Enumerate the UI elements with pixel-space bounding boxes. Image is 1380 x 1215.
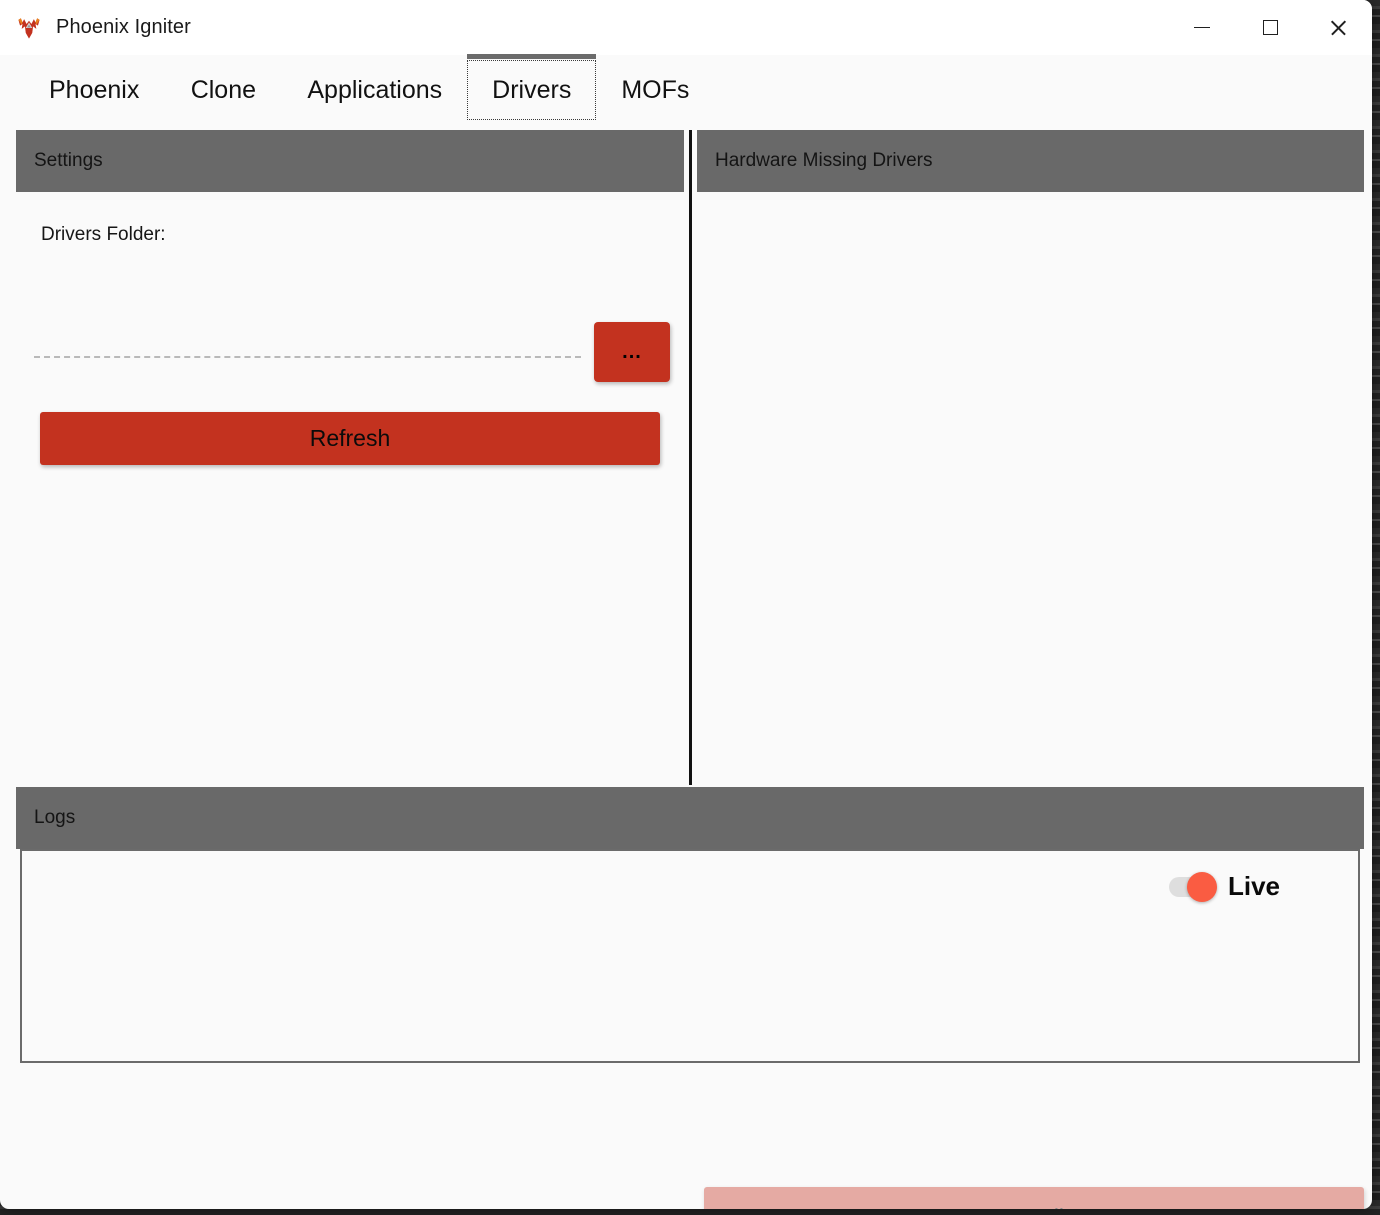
tab-mofs[interactable]: MOFs [596, 60, 714, 120]
title-bar: Phoenix Igniter [0, 0, 1372, 55]
tab-clone[interactable]: Clone [164, 60, 282, 120]
logs-header-label: Logs [34, 807, 76, 828]
logs-panel: Logs Live [16, 787, 1364, 1063]
drivers-folder-label: Drivers Folder: [41, 224, 166, 245]
live-toggle-knob [1186, 871, 1217, 902]
settings-panel: Settings Drivers Folder: ... Refresh [16, 130, 684, 785]
live-toggle[interactable] [1168, 871, 1217, 902]
tab-label: Applications [307, 75, 443, 104]
tab-label: MOFs [621, 75, 690, 104]
minimize-button[interactable] [1168, 0, 1236, 55]
minimize-icon [1194, 26, 1210, 29]
tab-bar: Phoenix Clone Applications Drivers MOFs [0, 54, 1372, 130]
settings-panel-header: Settings [16, 130, 684, 192]
logs-panel-header: Logs [16, 787, 1364, 849]
install-button[interactable]: Install [704, 1187, 1364, 1209]
close-icon [1329, 19, 1347, 37]
phoenix-logo-icon [18, 17, 40, 39]
window-controls [1168, 0, 1372, 55]
hardware-panel-header: Hardware Missing Drivers [697, 130, 1364, 192]
hardware-missing-drivers-panel: Hardware Missing Drivers [697, 130, 1364, 785]
tab-label: Phoenix [49, 75, 140, 104]
window-title: Phoenix Igniter [56, 16, 191, 38]
logs-output[interactable]: Live [20, 849, 1360, 1063]
live-toggle-label: Live [1227, 871, 1280, 901]
tab-drivers[interactable]: Drivers [467, 54, 597, 120]
tab-applications[interactable]: Applications [282, 60, 467, 120]
app-window: Phoenix Igniter Phoenix Clone Applicatio… [0, 0, 1372, 1209]
panel-divider [689, 130, 692, 785]
hardware-missing-drivers-list[interactable] [697, 192, 1364, 785]
hardware-header-label: Hardware Missing Drivers [715, 150, 933, 171]
drivers-folder-input[interactable] [34, 312, 581, 358]
tab-phoenix[interactable]: Phoenix [24, 60, 164, 120]
drivers-tab-content: Settings Drivers Folder: ... Refresh Har… [0, 130, 1372, 1209]
live-toggle-group: Live [1168, 871, 1280, 902]
settings-panel-body: Drivers Folder: ... Refresh [16, 192, 684, 785]
tab-label: Drivers [492, 75, 572, 104]
refresh-button[interactable]: Refresh [40, 412, 660, 465]
maximize-button[interactable] [1236, 0, 1304, 55]
maximize-icon [1262, 20, 1278, 35]
settings-header-label: Settings [34, 150, 103, 171]
close-button[interactable] [1304, 0, 1372, 55]
browse-folder-button[interactable]: ... [594, 322, 670, 382]
tab-label: Clone [190, 75, 257, 104]
